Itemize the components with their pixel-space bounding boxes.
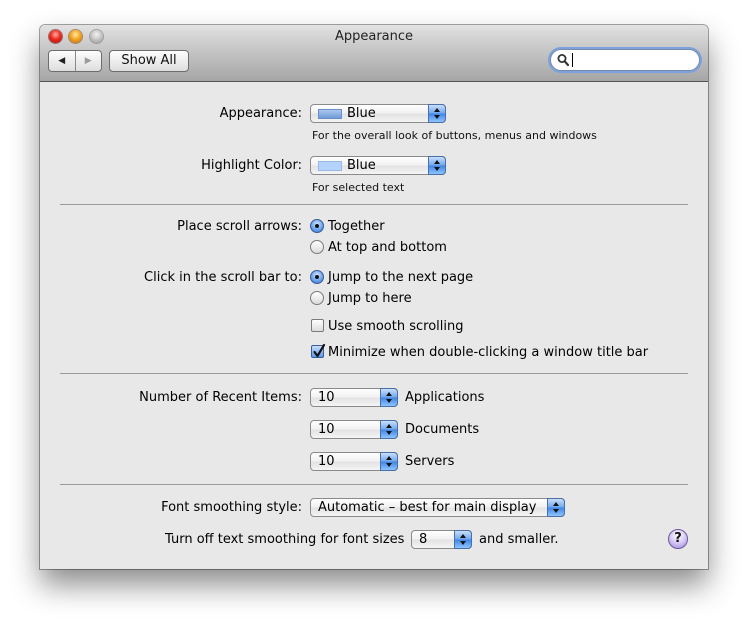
smooth-scrolling-label[interactable]: Use smooth scrolling [328, 319, 464, 334]
search-field[interactable] [550, 49, 700, 71]
text-smoothing-size-popup[interactable]: 8 [411, 530, 472, 549]
separator [60, 373, 688, 374]
radio-top-and-bottom[interactable] [310, 240, 324, 254]
recent-applications-popup[interactable]: 10 [310, 388, 398, 407]
back-forward-control: ◀ ▶ [48, 50, 102, 72]
checkmark-icon [313, 343, 326, 358]
recent-documents-label: Documents [405, 422, 480, 437]
recent-servers-label: Servers [405, 454, 455, 469]
text-smoothing-size-value: 8 [419, 532, 428, 547]
radio-jump-to-here-label[interactable]: Jump to here [328, 291, 412, 306]
font-smoothing-label: Font smoothing style: [161, 500, 302, 515]
appearance-value: Blue [347, 106, 376, 121]
radio-together-label[interactable]: Together [328, 219, 385, 234]
back-arrow-icon[interactable]: ◀ [49, 51, 76, 71]
appearance-label: Appearance: [219, 106, 302, 121]
title-bar: Appearance ◀ ▶ Show All [40, 25, 708, 82]
recent-servers-value: 10 [318, 454, 335, 469]
preferences-pane: Appearance: Blue For the overall look of… [40, 82, 708, 569]
window-title: Appearance [334, 29, 414, 44]
appearance-hint: For the overall look of buttons, menus a… [312, 129, 597, 142]
text-cursor [572, 53, 573, 67]
recent-applications-value: 10 [318, 390, 335, 405]
radio-jump-next-page-label[interactable]: Jump to the next page [328, 270, 473, 285]
recent-documents-value: 10 [318, 422, 335, 437]
appearance-color-swatch [318, 109, 342, 119]
text-smoothing-after-label: and smaller. [479, 532, 559, 547]
appearance-window: Appearance ◀ ▶ Show All Appearance: Blue… [40, 25, 708, 569]
recent-items-label: Number of Recent Items: [139, 390, 302, 405]
popup-arrows-icon [428, 156, 446, 175]
minimize-double-click-checkbox[interactable] [311, 343, 326, 358]
highlight-color-hint: For selected text [312, 181, 405, 194]
highlight-color-value: Blue [347, 158, 376, 173]
highlight-color-label: Highlight Color: [201, 158, 302, 173]
radio-jump-next-page[interactable] [310, 270, 324, 284]
search-icon [557, 54, 569, 67]
smooth-scrolling-checkbox[interactable] [311, 319, 324, 332]
popup-arrows-icon [380, 388, 398, 407]
popup-arrows-icon [428, 104, 446, 123]
recent-servers-popup[interactable]: 10 [310, 452, 398, 471]
help-button[interactable]: ? [668, 529, 688, 549]
popup-arrows-icon [380, 420, 398, 439]
recent-applications-label: Applications [405, 390, 485, 405]
font-smoothing-value: Automatic – best for main display [318, 500, 537, 515]
highlight-color-swatch [318, 161, 342, 171]
radio-top-and-bottom-label[interactable]: At top and bottom [328, 240, 447, 255]
popup-arrows-icon [454, 530, 472, 549]
highlight-color-popup[interactable]: Blue [310, 156, 446, 175]
popup-arrows-icon [380, 452, 398, 471]
popup-arrows-icon [547, 498, 565, 517]
appearance-popup[interactable]: Blue [310, 104, 446, 123]
scroll-arrows-label: Place scroll arrows: [177, 219, 302, 234]
radio-jump-to-here[interactable] [310, 291, 324, 305]
text-smoothing-off-label: Turn off text smoothing for font sizes [165, 532, 405, 547]
separator [60, 484, 688, 485]
forward-arrow-icon[interactable]: ▶ [76, 51, 102, 71]
show-all-button[interactable]: Show All [109, 50, 189, 72]
radio-together[interactable] [310, 219, 324, 233]
recent-documents-popup[interactable]: 10 [310, 420, 398, 439]
minimize-double-click-label[interactable]: Minimize when double-clicking a window t… [328, 345, 648, 360]
separator [60, 204, 688, 205]
scroll-click-label: Click in the scroll bar to: [144, 270, 302, 285]
font-smoothing-popup[interactable]: Automatic – best for main display [310, 498, 565, 517]
